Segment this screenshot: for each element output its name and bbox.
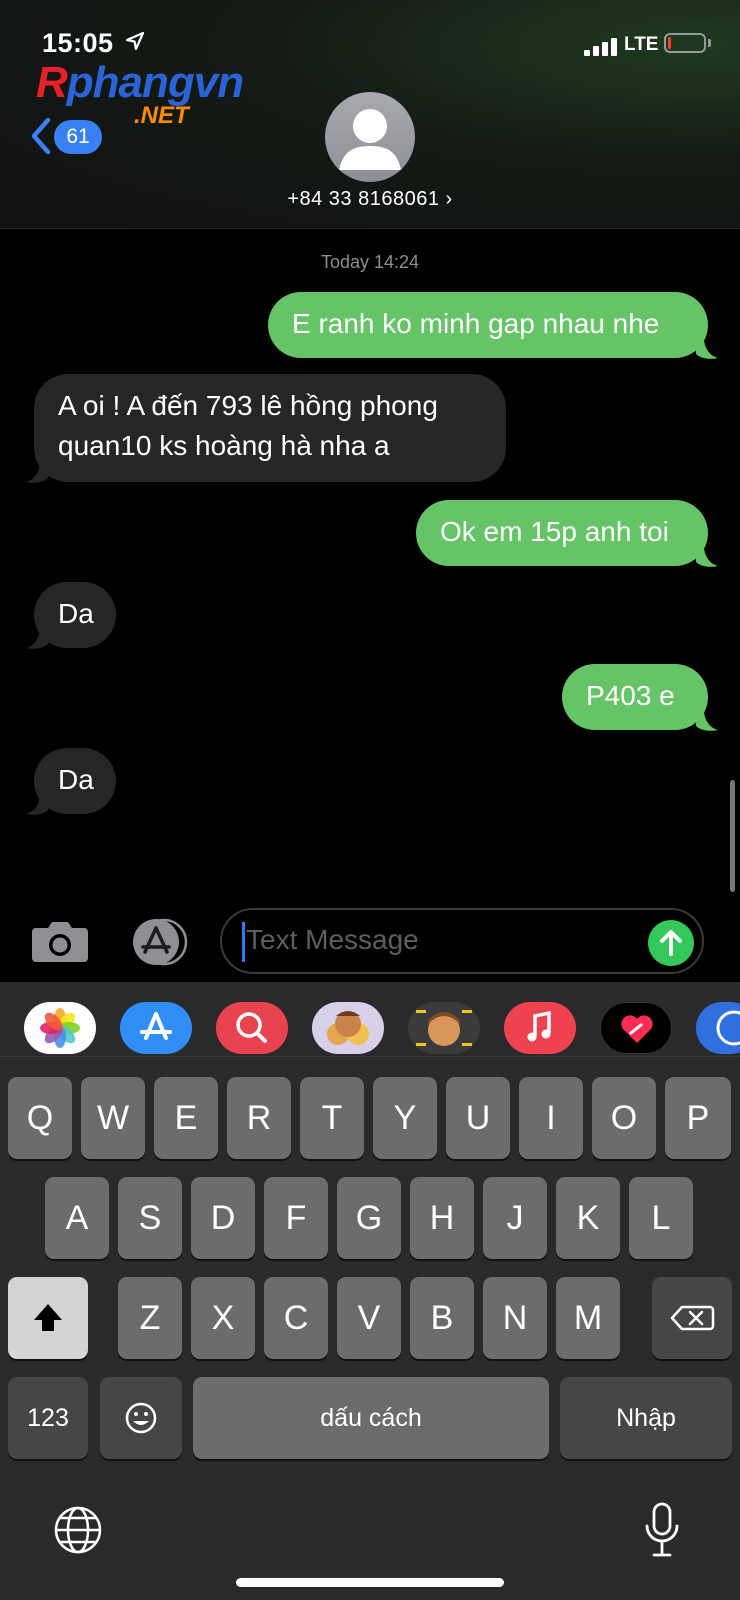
message-text: E ranh ko minh gap nhau nhe — [292, 308, 660, 339]
contact-avatar[interactable] — [325, 92, 415, 182]
message-text: P403 e — [586, 680, 675, 711]
key-w[interactable]: W — [81, 1077, 145, 1159]
network-type: LTE — [624, 34, 659, 55]
sent-message-bubble[interactable]: E ranh ko minh gap nhau nhe — [268, 292, 708, 358]
key-f[interactable]: F — [264, 1177, 328, 1259]
bubble-tail — [696, 546, 718, 567]
music-app-icon[interactable] — [504, 1002, 576, 1054]
key-u[interactable]: U — [446, 1077, 510, 1159]
text-caret — [242, 922, 245, 962]
bubble-tail — [696, 338, 718, 359]
camera-icon[interactable] — [30, 918, 90, 964]
backspace-icon — [670, 1305, 715, 1331]
status-time: 15:05 — [42, 28, 114, 58]
person-silhouette-icon — [339, 109, 401, 170]
watermark-suffix: .NET — [134, 102, 189, 129]
key-s[interactable]: S — [118, 1177, 182, 1259]
location-arrow-icon — [125, 31, 145, 51]
key-v[interactable]: V — [337, 1277, 401, 1359]
bubble-tail — [26, 794, 48, 815]
app-store-app-icon[interactable] — [120, 1002, 192, 1054]
home-indicator[interactable] — [236, 1578, 504, 1587]
message-input-placeholder: Text Message — [246, 924, 419, 955]
watermark-logo: Rphangvn — [36, 58, 244, 108]
app-store-button-icon[interactable] — [126, 918, 190, 966]
watermark-text: phangvn — [66, 58, 244, 107]
shift-key[interactable] — [8, 1277, 88, 1359]
key-q[interactable]: Q — [8, 1077, 72, 1159]
emoji-key[interactable] — [100, 1377, 182, 1459]
key-r[interactable]: R — [227, 1077, 291, 1159]
key-o[interactable]: O — [592, 1077, 656, 1159]
key-l[interactable]: L — [629, 1177, 693, 1259]
bubble-tail — [696, 710, 718, 731]
signal-strength-icon — [584, 36, 620, 56]
bubble-tail — [26, 462, 48, 483]
key-d[interactable]: D — [191, 1177, 255, 1259]
key-x[interactable]: X — [191, 1277, 255, 1359]
digital-touch-app-icon[interactable] — [600, 1002, 672, 1054]
message-text: Ok em 15p anh toi — [440, 516, 669, 547]
conversation-scrollbar[interactable] — [730, 780, 735, 892]
back-unread-badge[interactable]: 61 — [54, 120, 102, 154]
key-c[interactable]: C — [264, 1277, 328, 1359]
shift-arrow-icon — [34, 1304, 62, 1331]
photos-app-icon[interactable] — [24, 1002, 96, 1054]
key-y[interactable]: Y — [373, 1077, 437, 1159]
message-text: Da — [58, 764, 94, 795]
watermark-letter: R — [36, 58, 68, 107]
key-a[interactable]: A — [45, 1177, 109, 1259]
sent-message-bubble[interactable]: P403 e — [562, 664, 708, 730]
key-t[interactable]: T — [300, 1077, 364, 1159]
bubble-tail — [26, 628, 48, 649]
memoji-app-icon[interactable] — [408, 1002, 480, 1054]
contact-name[interactable]: +84 33 8168061 › — [250, 188, 490, 211]
message-text-line: A oi ! A đến 793 lê hồng phong — [58, 390, 438, 421]
message-text: Da — [58, 598, 94, 629]
key-i[interactable]: I — [519, 1077, 583, 1159]
key-m[interactable]: M — [556, 1277, 620, 1359]
send-button[interactable] — [648, 920, 694, 966]
back-chevron-icon[interactable] — [28, 116, 54, 156]
key-j[interactable]: J — [483, 1177, 547, 1259]
battery-tip — [708, 39, 711, 47]
delete-key[interactable] — [652, 1277, 732, 1359]
space-key[interactable]: dấu cách — [193, 1377, 549, 1459]
more-apps-icon[interactable] — [696, 1002, 740, 1054]
battery-icon — [664, 33, 706, 53]
received-message-bubble[interactable]: A oi ! A đến 793 lê hồng phong quan10 ks… — [34, 374, 506, 482]
battery-level — [668, 37, 671, 49]
conversation-timestamp: Today 14:24 — [320, 252, 420, 272]
image-search-app-icon[interactable] — [216, 1002, 288, 1054]
key-k[interactable]: K — [556, 1177, 620, 1259]
globe-icon[interactable] — [52, 1504, 104, 1556]
emoji-smiley-icon — [125, 1402, 157, 1434]
numbers-key[interactable]: 123 — [8, 1377, 88, 1459]
message-text-line: quan10 ks hoàng hà nha a — [58, 430, 390, 461]
key-p[interactable]: P — [665, 1077, 731, 1159]
key-z[interactable]: Z — [118, 1277, 182, 1359]
app-strip-divider — [0, 1056, 740, 1057]
arrow-up-icon — [660, 930, 682, 956]
memoji-stickers-app-icon[interactable] — [312, 1002, 384, 1054]
key-g[interactable]: G — [337, 1177, 401, 1259]
key-b[interactable]: B — [410, 1277, 474, 1359]
key-e[interactable]: E — [154, 1077, 218, 1159]
sent-message-bubble[interactable]: Ok em 15p anh toi — [416, 500, 708, 566]
key-h[interactable]: H — [410, 1177, 474, 1259]
key-n[interactable]: N — [483, 1277, 547, 1359]
microphone-icon[interactable] — [642, 1500, 682, 1560]
return-key[interactable]: Nhập — [560, 1377, 732, 1459]
